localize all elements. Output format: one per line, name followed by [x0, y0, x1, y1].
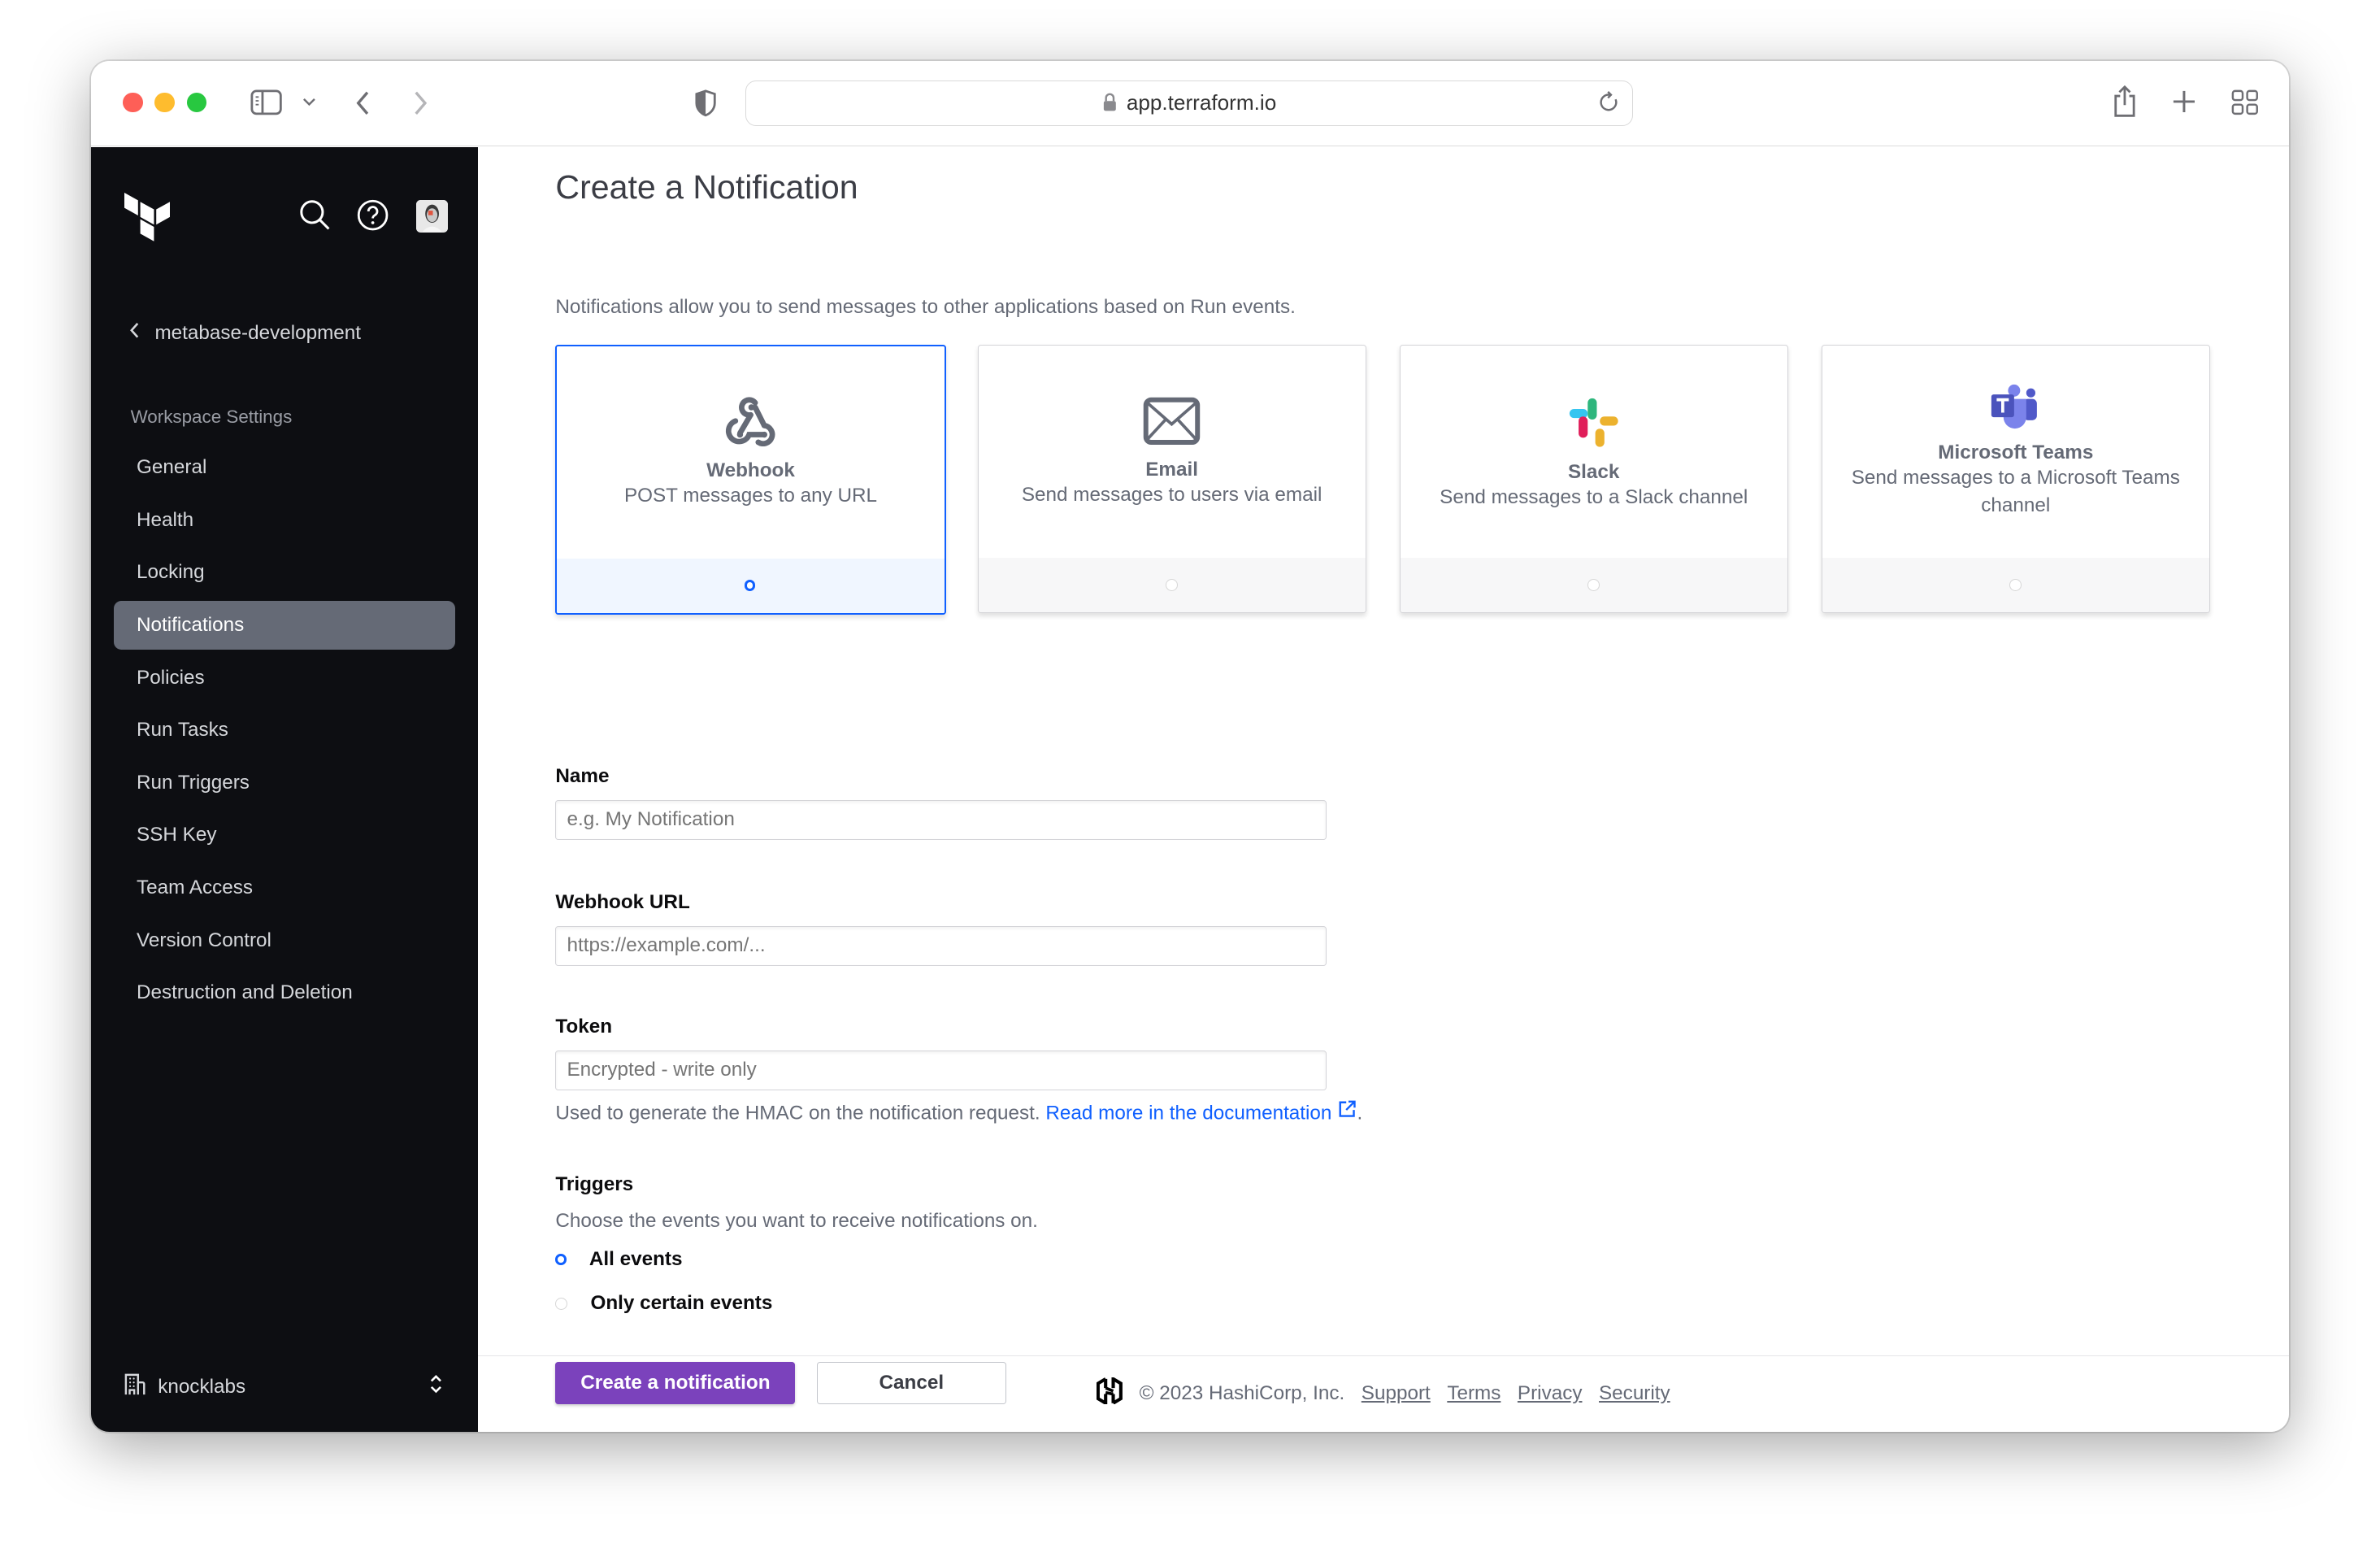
- address-bar[interactable]: app.terraform.io: [745, 80, 1634, 127]
- organization-switcher[interactable]: knocklabs: [124, 1373, 443, 1402]
- sidebar-item-locking[interactable]: Locking: [114, 548, 455, 597]
- destination-radio-slack[interactable]: [1587, 579, 1600, 592]
- destination-radio-webhook[interactable]: [745, 580, 756, 591]
- sidebar-item-team-access[interactable]: Team Access: [114, 864, 455, 912]
- sidebar-item-notifications[interactable]: Notifications: [114, 601, 456, 650]
- destination-title: Slack: [1567, 461, 1620, 484]
- token-input[interactable]: [555, 1051, 1327, 1090]
- destination-title: Email: [1145, 458, 1198, 481]
- microsoft-teams-icon: [1822, 346, 2209, 438]
- reload-icon[interactable]: [1599, 90, 1620, 121]
- sidebar-item-run-triggers[interactable]: Run Triggers: [114, 759, 455, 807]
- destination-card-slack[interactable]: Slack Send messages to a Slack channel: [1399, 344, 1788, 614]
- share-icon[interactable]: [2113, 85, 2137, 117]
- webhook-url-label: Webhook URL: [555, 891, 690, 914]
- user-avatar[interactable]: [415, 200, 448, 233]
- destination-title: Microsoft Teams: [1938, 442, 2094, 463]
- sidebar-item-run-tasks[interactable]: Run Tasks: [114, 706, 455, 755]
- page-subtitle: Notifications allow you to send messages…: [555, 296, 1296, 319]
- documentation-link[interactable]: Read more in the documentation: [1045, 1100, 1357, 1125]
- name-input[interactable]: [555, 800, 1327, 840]
- sidebar-item-health[interactable]: Health: [114, 496, 455, 545]
- terraform-logo-icon[interactable]: [124, 193, 171, 248]
- main-content: Create a Notification Notifications allo…: [478, 147, 2289, 1432]
- trigger-option-label: Only certain events: [590, 1292, 773, 1315]
- triggers-label: Triggers: [555, 1173, 634, 1196]
- sidebar: metabase-development Workspace Settings …: [91, 147, 479, 1432]
- chevron-left-icon: [129, 322, 140, 345]
- footer-link-terms[interactable]: Terms: [1447, 1382, 1501, 1405]
- chevron-up-down-icon: [429, 1374, 443, 1399]
- back-to-workspace-link[interactable]: metabase-development: [129, 322, 361, 345]
- destination-description: POST messages to any URL: [623, 484, 878, 507]
- search-icon[interactable]: [299, 199, 331, 237]
- page-title: Create a Notification: [555, 168, 858, 207]
- triggers-description: Choose the events you want to receive no…: [555, 1210, 1038, 1233]
- destination-description: Send messages to a Slack channel: [1440, 486, 1748, 509]
- footer-link-support[interactable]: Support: [1362, 1382, 1431, 1405]
- footer-link-security[interactable]: Security: [1599, 1382, 1670, 1405]
- chevron-down-icon[interactable]: [302, 98, 316, 107]
- maximize-window-button[interactable]: [186, 92, 206, 113]
- documentation-link-text: Read more in the documentation: [1045, 1102, 1332, 1125]
- tab-overview-icon[interactable]: [2231, 89, 2259, 115]
- privacy-shield-icon[interactable]: [695, 89, 716, 117]
- destination-description: Send messages to users via email: [1021, 483, 1322, 506]
- trigger-option-all-events[interactable]: All events: [555, 1247, 683, 1271]
- slack-icon: [1401, 346, 1787, 455]
- organization-name: knocklabs: [158, 1376, 246, 1399]
- sidebar-item-version-control[interactable]: Version Control: [114, 916, 455, 965]
- email-icon: [979, 346, 1366, 452]
- token-label: Token: [555, 1016, 613, 1038]
- sidebar-toggle-icon[interactable]: [250, 89, 282, 115]
- trigger-option-only-certain-events[interactable]: Only certain events: [555, 1292, 772, 1315]
- lock-icon: [1102, 92, 1118, 117]
- sidebar-item-general[interactable]: General: [114, 443, 455, 492]
- destination-radio-microsoft-teams[interactable]: [2009, 579, 2022, 592]
- destination-card-microsoft-teams[interactable]: Microsoft Teams Send messages to a Micro…: [1821, 344, 2210, 614]
- footer: © 2023 HashiCorp, Inc. Support Terms Pri…: [478, 1355, 2289, 1432]
- help-icon[interactable]: [357, 199, 389, 237]
- back-arrow-icon[interactable]: [355, 89, 371, 117]
- token-help-text: Used to generate the HMAC on the notific…: [555, 1100, 1363, 1125]
- copyright: © 2023 HashiCorp, Inc.: [1139, 1382, 1345, 1405]
- browser-toolbar: app.terraform.io: [91, 60, 2289, 147]
- name-label: Name: [555, 765, 610, 788]
- workspace-name: metabase-development: [154, 321, 362, 344]
- footer-link-privacy[interactable]: Privacy: [1518, 1382, 1583, 1405]
- destination-radio-email[interactable]: [1166, 579, 1179, 592]
- url-text: app.terraform.io: [1126, 90, 1277, 115]
- sidebar-item-ssh-key[interactable]: SSH Key: [114, 811, 455, 859]
- destination-card-webhook[interactable]: Webhook POST messages to any URL: [555, 344, 946, 616]
- close-window-button[interactable]: [123, 92, 143, 113]
- minimize-window-button[interactable]: [154, 92, 175, 113]
- external-link-icon: [1337, 1100, 1357, 1124]
- webhook-url-input[interactable]: [555, 926, 1327, 966]
- destination-card-email[interactable]: Email Send messages to users via email: [977, 344, 1366, 614]
- hashicorp-logo-icon: [1097, 1376, 1123, 1411]
- token-help-description: Used to generate the HMAC on the notific…: [555, 1102, 1040, 1125]
- destination-description: Send messages to a Microsoft Teams chann…: [1851, 467, 2180, 516]
- forward-arrow-icon[interactable]: [413, 89, 428, 117]
- workspace-settings-heading: Workspace Settings: [130, 407, 293, 428]
- sidebar-item-destruction-and-deletion[interactable]: Destruction and Deletion: [114, 968, 455, 1017]
- destination-title: Webhook: [706, 459, 795, 481]
- building-icon: [124, 1373, 145, 1402]
- all-events-radio[interactable]: [555, 1254, 567, 1265]
- settings-nav: General Health Locking Notifications Pol…: [114, 443, 456, 1021]
- webhook-icon: [557, 346, 944, 453]
- browser-window: app.terraform.io metabase-development Wo…: [91, 60, 2289, 1432]
- only-certain-events-radio[interactable]: [555, 1297, 568, 1310]
- new-tab-icon[interactable]: [2172, 89, 2196, 114]
- trigger-option-label: All events: [588, 1247, 683, 1270]
- sidebar-item-policies[interactable]: Policies: [114, 654, 455, 703]
